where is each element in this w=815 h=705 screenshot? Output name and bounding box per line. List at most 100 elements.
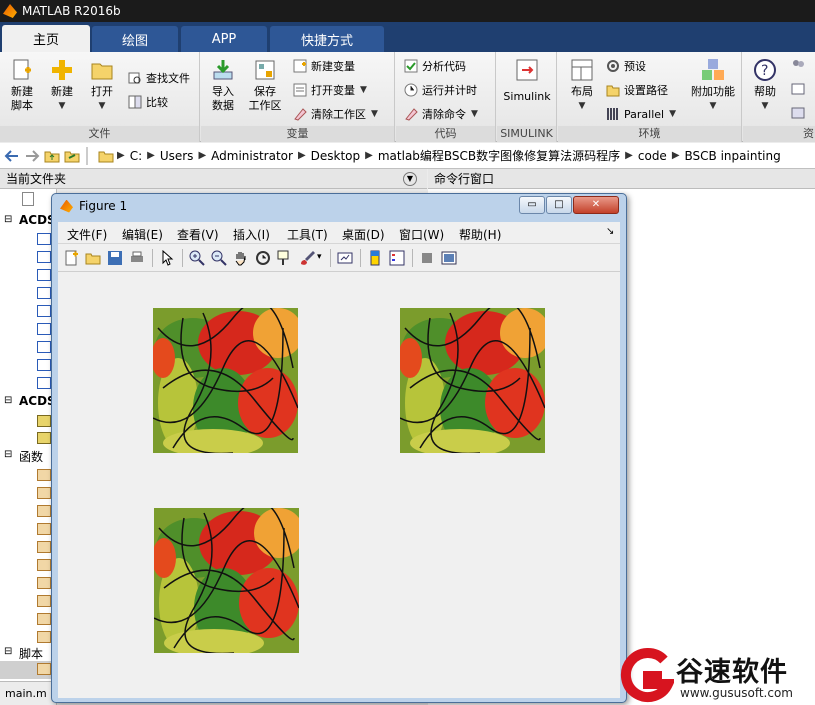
open-button[interactable]: 打开 ▼	[82, 58, 122, 113]
save-icon[interactable]	[107, 250, 123, 266]
preferences-button[interactable]: 预设	[606, 56, 646, 76]
bmp-file-icon[interactable]	[37, 269, 51, 281]
image-file-icon[interactable]	[37, 415, 51, 427]
simulink-button[interactable]: Simulink	[503, 58, 551, 104]
brush-dropdown-caret-icon[interactable]: ▾	[317, 252, 325, 268]
crumb-administrator[interactable]: Administrator	[211, 149, 293, 163]
new-variable-button[interactable]: 新建变量	[293, 56, 355, 76]
collapse-toggle-icon[interactable]: ⊟	[4, 395, 12, 406]
layout-button[interactable]: 布局 ▼	[562, 58, 602, 113]
crumb-bscb-inpainting[interactable]: BSCB inpainting	[685, 149, 781, 163]
bmp-file-icon[interactable]	[37, 323, 51, 335]
addons-button[interactable]: 附加功能 ▼	[688, 58, 738, 113]
function-file-icon[interactable]	[37, 487, 51, 499]
function-file-icon[interactable]	[37, 559, 51, 571]
menu-file[interactable]: 文件(F)	[67, 226, 107, 243]
crumb-code[interactable]: code	[638, 149, 667, 163]
browse-folder-icon[interactable]	[64, 149, 80, 163]
function-file-icon[interactable]	[37, 595, 51, 607]
maximize-button[interactable]: □	[546, 196, 572, 214]
up-folder-icon[interactable]	[44, 149, 60, 163]
find-files-button[interactable]: 查找文件	[128, 68, 190, 88]
tab-apps[interactable]: APP	[181, 26, 267, 52]
function-file-icon[interactable]	[37, 577, 51, 589]
function-file-icon[interactable]	[37, 631, 51, 643]
run-and-time-button[interactable]: 运行并计时	[404, 80, 477, 100]
image-file-icon[interactable]	[37, 432, 51, 444]
menu-insert[interactable]: 插入(I)	[233, 226, 270, 243]
pan-hand-icon[interactable]	[233, 250, 249, 266]
hide-plot-tools-icon[interactable]	[419, 250, 435, 266]
zoom-out-icon[interactable]	[211, 250, 227, 266]
new-figure-icon[interactable]	[63, 250, 79, 266]
tab-home[interactable]: 主页	[2, 25, 90, 52]
bmp-file-icon[interactable]	[37, 287, 51, 299]
parallel-button[interactable]: Parallel ▼	[606, 104, 676, 124]
tab-shortcuts[interactable]: 快捷方式	[270, 26, 384, 52]
crumb-desktop[interactable]: Desktop	[311, 149, 361, 163]
crumb-project[interactable]: matlab编程BSCB数字图像修复算法源码程序	[378, 147, 620, 164]
minimize-button[interactable]: ▭	[519, 196, 545, 214]
menu-help[interactable]: 帮助(H)	[459, 226, 501, 243]
analyze-code-button[interactable]: 分析代码	[404, 56, 466, 76]
colorbar-icon[interactable]	[367, 250, 383, 266]
bmp-file-icon[interactable]	[37, 251, 51, 263]
collapse-toggle-icon[interactable]: ⊟	[4, 449, 12, 460]
tree-group-functions[interactable]: 函数	[19, 448, 43, 465]
back-arrow-icon[interactable]	[4, 149, 20, 163]
bmp-file-icon[interactable]	[37, 341, 51, 353]
dock-arrow-icon[interactable]: ↘	[606, 226, 614, 237]
crumb-users[interactable]: Users	[160, 149, 194, 163]
new-button[interactable]: 新建 ▼	[42, 58, 82, 113]
menu-tools[interactable]: 工具(T)	[287, 226, 328, 243]
bmp-file-icon[interactable]	[37, 359, 51, 371]
pepper-image-masked[interactable]	[400, 308, 545, 453]
brush-icon[interactable]	[299, 250, 315, 266]
pepper-image-restored[interactable]	[154, 508, 299, 653]
community-icon[interactable]	[791, 58, 805, 72]
function-file-icon[interactable]	[37, 523, 51, 535]
legend-icon[interactable]	[389, 250, 405, 266]
open-file-icon[interactable]	[85, 250, 101, 266]
pepper-image-original[interactable]	[153, 308, 298, 453]
link-plot-icon[interactable]	[337, 250, 353, 266]
data-cursor-icon[interactable]	[277, 250, 293, 266]
function-file-icon[interactable]	[37, 613, 51, 625]
compare-button[interactable]: 比较	[128, 92, 168, 112]
crumb-drive[interactable]: C:	[130, 149, 142, 163]
save-workspace-button[interactable]: 保存 工作区	[245, 58, 285, 113]
learn-matlab-icon[interactable]	[791, 106, 805, 120]
function-file-icon[interactable]	[37, 505, 51, 517]
new-script-button[interactable]: 新建 脚本	[2, 58, 42, 113]
rotate-3d-icon[interactable]	[255, 250, 271, 266]
show-plot-tools-icon[interactable]	[441, 250, 457, 266]
help-button[interactable]: ? 帮助 ▼	[745, 58, 785, 113]
collapse-toggle-icon[interactable]: ⊟	[4, 646, 12, 657]
bmp-file-icon[interactable]	[37, 377, 51, 389]
forward-arrow-icon[interactable]	[24, 149, 40, 163]
set-path-button[interactable]: 设置路径	[606, 80, 668, 100]
tree-group-scripts[interactable]: 脚本	[19, 645, 43, 662]
bmp-file-icon[interactable]	[37, 305, 51, 317]
clear-commands-button[interactable]: 清除命令 ▼	[404, 104, 478, 124]
pointer-arrow-icon[interactable]	[159, 249, 175, 266]
request-support-icon[interactable]	[791, 82, 805, 96]
menu-view[interactable]: 查看(V)	[177, 226, 219, 243]
bmp-file-icon[interactable]	[37, 233, 51, 245]
tab-plots[interactable]: 绘图	[92, 26, 178, 52]
function-file-icon[interactable]	[37, 469, 51, 481]
figure-canvas[interactable]	[58, 272, 620, 698]
print-icon[interactable]	[129, 250, 145, 266]
open-variable-button[interactable]: 打开变量 ▼	[293, 80, 367, 100]
menu-desktop[interactable]: 桌面(D)	[342, 226, 385, 243]
import-data-button[interactable]: 导入 数据	[203, 58, 243, 113]
function-file-icon[interactable]	[37, 541, 51, 553]
menu-edit[interactable]: 编辑(E)	[122, 226, 163, 243]
collapse-toggle-icon[interactable]: ⊟	[4, 214, 12, 225]
menu-window[interactable]: 窗口(W)	[399, 226, 444, 243]
close-button[interactable]: ✕	[573, 196, 619, 214]
clear-workspace-button[interactable]: 清除工作区 ▼	[293, 104, 378, 124]
panel-actions-icon[interactable]: ▼	[403, 172, 417, 186]
zoom-in-icon[interactable]	[189, 250, 205, 266]
tree-selected-row[interactable]	[0, 661, 56, 679]
